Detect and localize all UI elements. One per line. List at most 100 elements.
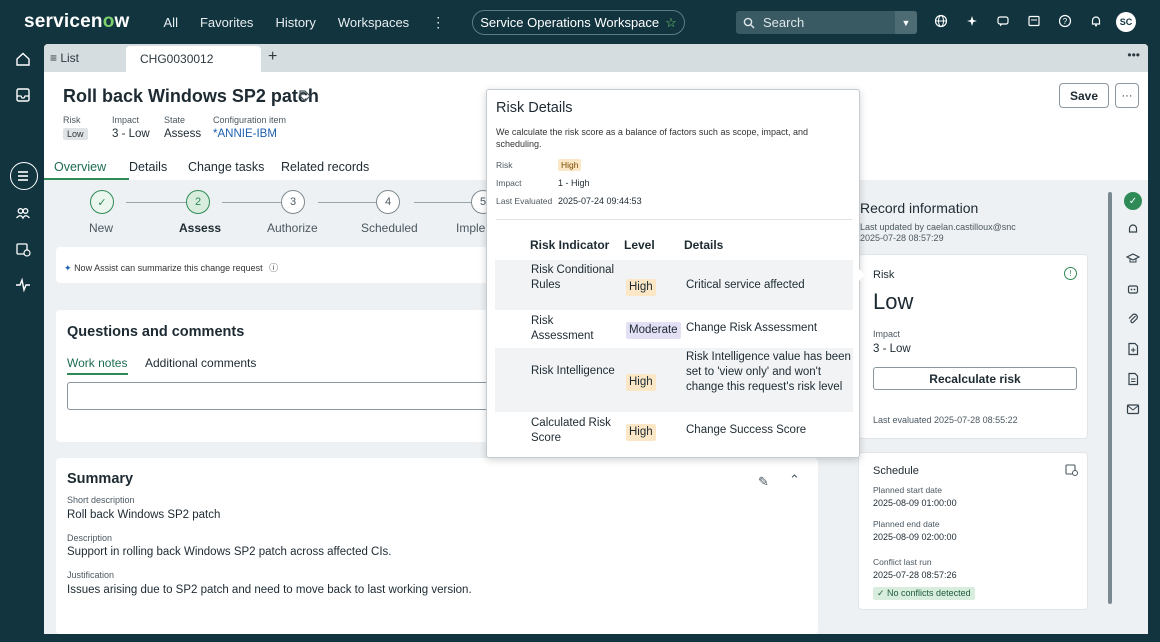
- user-avatar[interactable]: SC: [1116, 12, 1136, 32]
- description-value: Support in rolling back Windows SP2 patc…: [67, 546, 392, 558]
- table-row: Risk Assessment Moderate Change Risk Ass…: [495, 312, 853, 346]
- info-icon[interactable]: ⓘ: [269, 263, 278, 273]
- tab-change-tasks[interactable]: Change tasks: [188, 160, 264, 174]
- risk-details-popover: Risk Details We calculate the risk score…: [486, 89, 865, 458]
- top-navigation-bar: servicenow All Favorites History Workspa…: [0, 0, 1160, 44]
- step-connector: [126, 202, 186, 203]
- justification-value: Issues arising due to SP2 patch and need…: [67, 584, 472, 596]
- risk-card-label: Risk: [873, 269, 895, 281]
- help-icon[interactable]: ?: [1058, 14, 1072, 28]
- document-add-icon[interactable]: [1126, 342, 1140, 356]
- table-row: Risk Conditional Rules High Critical ser…: [495, 260, 853, 310]
- paperclip-icon[interactable]: [1126, 312, 1140, 326]
- more-actions-button[interactable]: ···: [1115, 83, 1139, 108]
- nav-all[interactable]: All: [164, 15, 178, 30]
- step-assess-circle[interactable]: 2: [186, 190, 210, 214]
- step-assess-label: Assess: [179, 221, 222, 235]
- inbox-icon[interactable]: [1027, 14, 1041, 28]
- planned-end-label: Planned end date: [873, 519, 940, 529]
- row-level-badge: High: [626, 279, 656, 296]
- planned-end-value: 2025-08-09 02:00:00: [873, 532, 957, 542]
- tab-work-notes[interactable]: Work notes: [67, 356, 127, 370]
- popover-description: We calculate the risk score as a balance…: [496, 127, 808, 149]
- step-new-label: New: [89, 221, 114, 235]
- record-title: Roll back Windows SP2 patch: [63, 86, 319, 106]
- save-button[interactable]: Save: [1059, 83, 1109, 108]
- home-icon[interactable]: [14, 50, 32, 68]
- short-description-label: Short description: [67, 495, 135, 505]
- mail-icon[interactable]: [1126, 402, 1140, 416]
- tab-related-records[interactable]: Related records: [281, 160, 369, 174]
- tab-details[interactable]: Details: [129, 160, 167, 174]
- risk-info-icon[interactable]: !: [1064, 267, 1077, 280]
- document-icon[interactable]: [1126, 372, 1140, 386]
- people-icon[interactable]: [14, 204, 32, 222]
- list-icon[interactable]: [14, 167, 32, 185]
- sparkle-icon[interactable]: [965, 14, 979, 28]
- risk-card-impact-value: 3 - Low: [873, 343, 911, 355]
- globe-icon[interactable]: [934, 14, 948, 28]
- chat-icon[interactable]: [996, 14, 1010, 28]
- popover-caret: [858, 268, 865, 282]
- nav-history[interactable]: History: [275, 15, 315, 30]
- field-ci-link[interactable]: *ANNIE-IBM: [213, 128, 277, 140]
- field-state-label: State: [164, 115, 186, 125]
- col-level: Level: [624, 238, 655, 252]
- record-info-title: Record information: [860, 200, 979, 216]
- search-input[interactable]: Search: [763, 15, 895, 30]
- add-tab-icon[interactable]: +: [268, 48, 277, 66]
- step-new-circle[interactable]: ✓: [90, 190, 114, 214]
- conflict-last-run-label: Conflict last run: [873, 557, 932, 567]
- tabstrip-more-icon[interactable]: •••: [1127, 48, 1140, 62]
- recalculate-risk-button[interactable]: Recalculate risk: [873, 367, 1077, 390]
- bell-icon[interactable]: [1126, 222, 1140, 236]
- risk-card-value: Low: [873, 289, 914, 314]
- calendar-clock-icon[interactable]: [14, 240, 32, 258]
- tab-overview[interactable]: Overview: [54, 160, 106, 174]
- workspace-switcher[interactable]: Service Operations Workspace ☆: [472, 10, 685, 35]
- record-info-scrollbar[interactable]: [1108, 192, 1112, 604]
- schedule-calendar-icon[interactable]: [1065, 463, 1078, 476]
- row-details: Change Risk Assessment: [686, 322, 818, 334]
- summary-title: Summary: [67, 471, 134, 487]
- tag-icon[interactable]: [298, 89, 312, 103]
- graduation-cap-icon[interactable]: [1126, 252, 1140, 266]
- nav-favorites[interactable]: Favorites: [200, 15, 253, 30]
- main-nav: All Favorites History Workspaces: [164, 15, 410, 30]
- tab-additional-comments[interactable]: Additional comments: [145, 356, 256, 370]
- row-indicator: Risk Conditional Rules: [531, 264, 615, 291]
- short-description-value: Roll back Windows SP2 patch: [67, 509, 221, 521]
- step-connector: [318, 202, 378, 203]
- bell-icon[interactable]: [1089, 14, 1103, 28]
- table-row: Calculated Risk Score High Change Succes…: [495, 414, 853, 450]
- no-conflicts-badge: ✓ No conflicts detected: [873, 587, 975, 600]
- inbox-tray-icon[interactable]: [14, 86, 32, 104]
- questions-title: Questions and comments: [67, 324, 245, 340]
- edit-pencil-icon[interactable]: ✎: [758, 474, 769, 490]
- risk-card: Risk ! Low Impact 3 - Low Recalculate ri…: [858, 254, 1088, 439]
- tab-list[interactable]: ≡ List: [50, 51, 79, 65]
- collapse-chevron-icon[interactable]: ⌃: [789, 472, 800, 488]
- sparkle-icon: ✦: [64, 263, 72, 273]
- schedule-card: Schedule Planned start date 2025-08-09 0…: [858, 452, 1088, 610]
- servicenow-logo[interactable]: servicenow: [24, 11, 130, 33]
- checklist-icon[interactable]: ✓: [1124, 192, 1142, 210]
- star-icon[interactable]: ☆: [665, 15, 677, 31]
- row-level-badge: High: [626, 424, 656, 441]
- search-scope-dropdown[interactable]: ▼: [895, 11, 917, 34]
- workspace-tabstrip: ≡ List CHG0030012 + •••: [44, 44, 1148, 72]
- nav-workspaces[interactable]: Workspaces: [338, 15, 409, 30]
- robot-icon[interactable]: [1126, 282, 1140, 296]
- workspace-name: Service Operations Workspace: [480, 15, 660, 30]
- right-rail: ✓: [1118, 180, 1148, 634]
- step-authorize-circle[interactable]: 3: [281, 190, 305, 214]
- popover-last-evaluated-label: Last Evaluated: [496, 196, 553, 206]
- row-indicator: Risk Intelligence: [531, 365, 615, 377]
- popover-last-evaluated-value: 2025-07-24 09:44:53: [558, 196, 642, 206]
- global-search[interactable]: Search ▼: [736, 11, 917, 34]
- nav-more-icon[interactable]: ⋮: [431, 14, 445, 31]
- planned-start-label: Planned start date: [873, 485, 942, 495]
- tab-record[interactable]: CHG0030012: [126, 46, 261, 72]
- step-scheduled-circle[interactable]: 4: [376, 190, 400, 214]
- pulse-icon[interactable]: [14, 276, 32, 294]
